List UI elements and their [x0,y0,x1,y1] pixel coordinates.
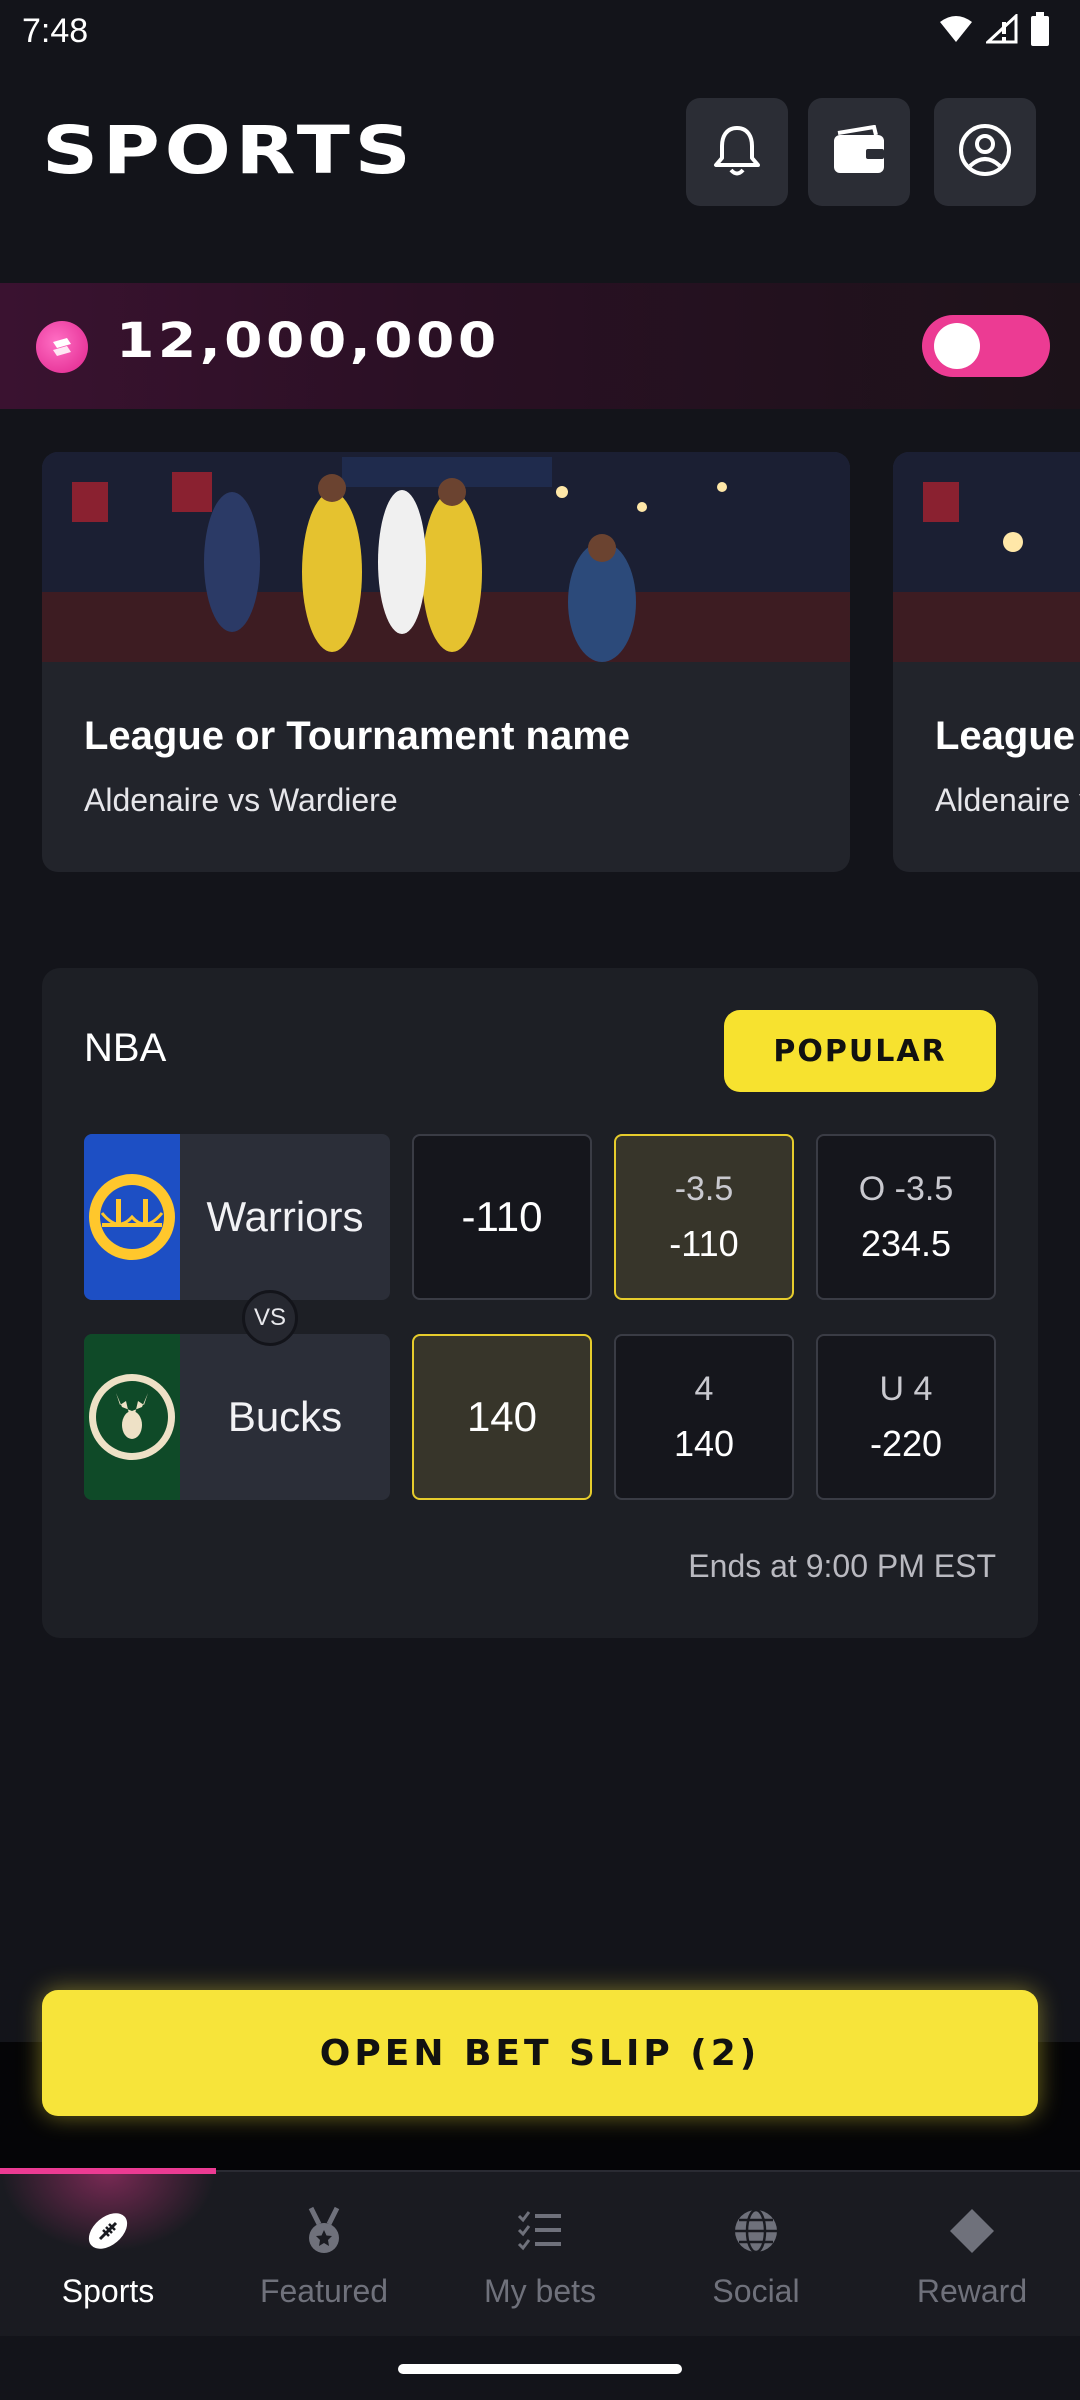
odds-moneyline-bucks[interactable]: 140 [412,1334,592,1500]
wallet-icon [830,124,888,180]
bottom-nav: Sports Featured My bets Social Reward [0,2168,1080,2338]
event-card[interactable]: League or Tournament name Aldenaire vs W… [893,452,1080,872]
event-image [893,452,1080,662]
globe-icon [731,2206,781,2261]
odds-spread-bucks[interactable]: 4 140 [614,1334,794,1500]
toggle-knob [934,323,980,369]
home-indicator[interactable] [398,2364,682,2374]
event-card[interactable]: League or Tournament name Aldenaire vs W… [42,452,850,872]
wallet-button[interactable] [808,98,910,206]
odds-line: 4 [694,1369,714,1408]
event-image [42,452,850,662]
odds-value: -110 [461,1193,543,1240]
nav-item-my-bets[interactable]: My bets [432,2172,648,2338]
team-name: Warriors [206,1193,364,1240]
odds-moneyline-warriors[interactable]: -110 [412,1134,592,1300]
team-bucks: Bucks [84,1334,390,1500]
status-time: 7:48 [22,12,89,50]
popular-badge: POPULAR [724,1010,996,1092]
page-title: SPORTS [42,112,416,189]
nav-label: Sports [61,2273,155,2309]
coin-icon [36,321,88,373]
odds-value: -110 [669,1222,739,1264]
balance-bar: 12,000,000 [0,283,1080,409]
odds-value: 140 [673,1422,735,1464]
nav-label: Social [712,2273,800,2309]
league-name: NBA [84,1026,167,1070]
vs-badge: VS [242,1290,298,1346]
nav-item-featured[interactable]: Featured [216,2172,432,2338]
balance-amount: 12,000,000 [116,313,500,369]
medal-icon [299,2206,349,2261]
bell-icon [711,122,763,183]
nav-item-reward[interactable]: Reward [864,2172,1080,2338]
wifi-icon [938,14,974,49]
odds-line: O -3.5 [858,1169,954,1208]
odds-value: -220 [869,1422,943,1464]
team-warriors: Warriors [84,1134,390,1300]
app-header: SPORTS [0,90,1080,210]
status-bar: 7:48 [0,0,1080,64]
event-title: League or Tournament name [84,714,631,758]
football-icon [83,2206,133,2261]
match-card: NBA POPULAR Warriors Bucks VS -110 -3.5 … [42,968,1038,1638]
odds-spread-warriors[interactable]: -3.5 -110 [614,1134,794,1300]
match-end-time: Ends at 9:00 PM EST [688,1548,996,1584]
balance-toggle[interactable] [922,315,1050,377]
event-subtitle: Aldenaire vs Wardiere [84,782,398,818]
signal-icon [984,12,1018,49]
odds-line: -3.5 [674,1169,734,1208]
odds-total-warriors[interactable]: O -3.5 234.5 [816,1134,996,1300]
nav-label: Reward [916,2273,1028,2309]
nav-label: My bets [483,2273,597,2309]
event-title: League or Tournament name [935,714,1080,758]
open-bet-slip-button[interactable]: OPEN BET SLIP (2) [42,1990,1038,2116]
odds-total-bucks[interactable]: U 4 -220 [816,1334,996,1500]
odds-line: U 4 [879,1369,933,1408]
account-button[interactable] [934,98,1036,206]
event-subtitle: Aldenaire vs Wardiere [935,782,1080,818]
nav-label: Featured [259,2273,389,2309]
status-icons [938,12,1050,51]
account-icon [957,122,1013,183]
battery-icon [1030,12,1050,51]
notifications-button[interactable] [686,98,788,206]
nav-item-sports[interactable]: Sports [0,2172,216,2338]
checklist-icon [515,2206,565,2261]
team-name: Bucks [227,1393,343,1440]
odds-value: 234.5 [860,1222,952,1264]
odds-value: 140 [466,1393,538,1440]
bucks-logo [84,1334,180,1500]
nav-item-social[interactable]: Social [648,2172,864,2338]
warriors-logo [84,1134,180,1300]
diamond-icon [947,2206,997,2261]
event-carousel[interactable]: League or Tournament name Aldenaire vs W… [0,452,1080,872]
